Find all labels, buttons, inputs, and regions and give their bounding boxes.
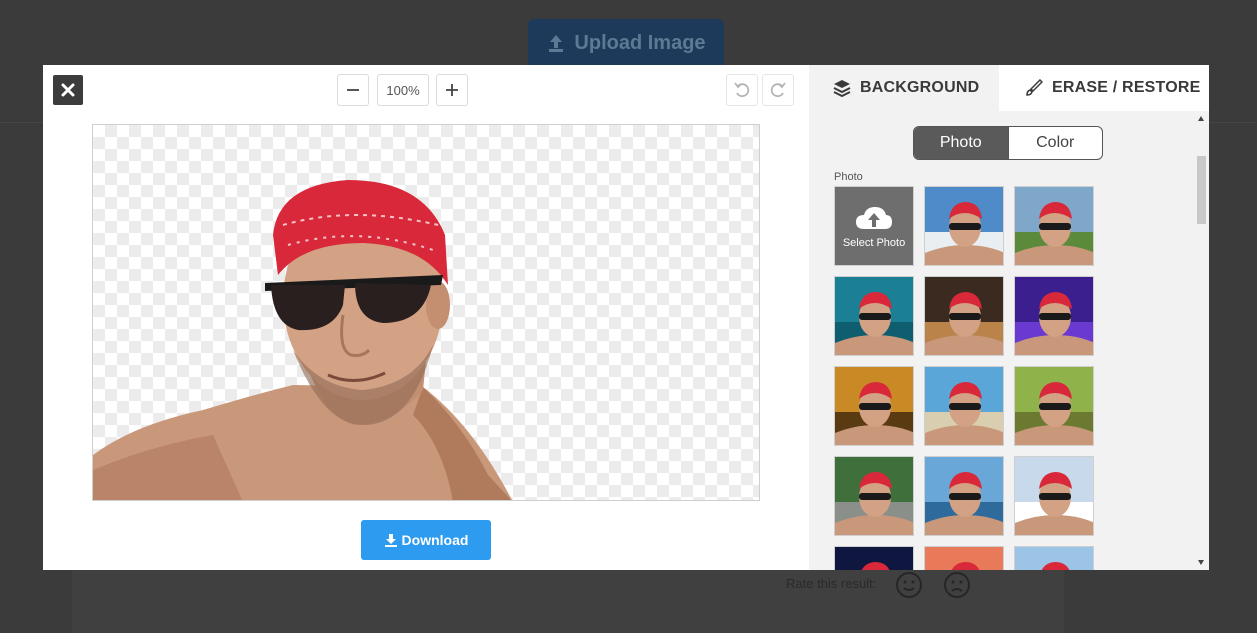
subject-cutout-image [93,180,512,500]
mode-photo-button[interactable]: Photo [914,127,1008,159]
select-photo-button[interactable]: Select Photo [834,186,914,266]
upload-image-button: Upload Image [528,19,724,67]
zoom-out-button[interactable] [337,74,369,106]
brush-icon [1026,79,1043,96]
mode-color-button[interactable]: Color [1007,127,1103,159]
select-photo-label: Select Photo [842,237,906,249]
zoom-level: 100% [377,74,429,106]
mode-toggle: Photo Color [913,126,1103,160]
tab-erase-restore[interactable]: ERASE / RESTORE [999,65,1209,111]
bg-thumb-cloud-sky[interactable] [1014,456,1094,536]
zoom-in-button[interactable] [436,74,468,106]
close-button[interactable] [53,75,83,105]
preview-canvas[interactable] [92,124,760,501]
bg-thumb-mountain-valley[interactable] [1014,186,1094,266]
undo-button[interactable] [726,74,758,106]
panel-scrollbar[interactable] [1193,111,1209,570]
redo-button[interactable] [762,74,794,106]
redo-icon [770,82,786,98]
options-panel: BACKGROUND ERASE / RESTORE Photo Color P… [809,65,1209,570]
bg-thumb-night-lights[interactable] [924,276,1004,356]
smile-icon [895,571,923,599]
bg-thumb-teal-wall[interactable] [834,276,914,356]
tab-background-label: BACKGROUND [860,79,980,96]
bg-thumb-pink-bokeh[interactable] [924,546,1004,570]
photo-section-label: Photo [834,171,863,183]
layers-icon [833,80,851,97]
bg-thumb-garden-pavilion[interactable] [1014,366,1094,446]
bg-thumb-light-sky[interactable] [1014,546,1094,570]
tab-background[interactable]: BACKGROUND [809,65,999,111]
tab-erase-restore-label: ERASE / RESTORE [1052,79,1201,96]
bg-thumb-dark-blue[interactable] [834,546,914,570]
close-icon [61,83,75,97]
bg-thumb-purple-lasers[interactable] [1014,276,1094,356]
bg-thumb-beach-sea[interactable] [924,366,1004,446]
bg-thumb-autumn-forest[interactable] [834,366,914,446]
plus-icon [446,84,458,96]
frown-icon [943,571,971,599]
scrollbar-thumb[interactable] [1197,156,1206,224]
cloud-upload-icon [856,207,892,229]
undo-icon [734,82,750,98]
bg-thumb-forest-road[interactable] [834,456,914,536]
bg-thumb-ski-resort[interactable] [924,186,1004,266]
download-icon [384,534,397,547]
rate-result-label: Rate this result: [786,576,877,591]
upload-icon [549,35,564,52]
scroll-down-arrow[interactable] [1198,560,1204,565]
background-editor-modal: 100% Download BACKGROUND ERASE / RESTORE… [43,65,1209,570]
upload-image-label: Upload Image [574,31,706,54]
download-button[interactable]: Download [361,520,491,560]
download-label: Download [401,532,469,548]
minus-icon [347,89,359,91]
bg-thumb-golden-gate[interactable] [924,456,1004,536]
scroll-up-arrow[interactable] [1198,116,1204,121]
